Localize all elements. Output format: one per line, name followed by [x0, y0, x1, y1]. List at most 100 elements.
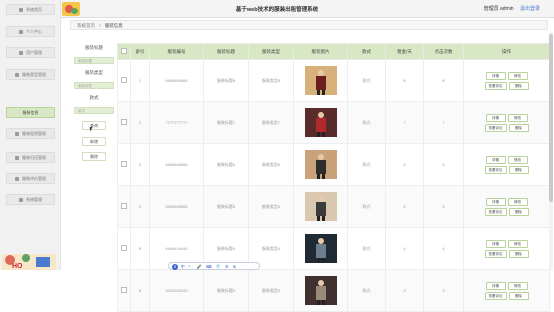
detail-button[interactable]: 详情 [485, 197, 506, 206]
cell-image [293, 101, 348, 144]
edit-button[interactable]: 修改 [507, 113, 528, 122]
cell-title: 服装标题7 [203, 101, 249, 144]
cell-rent: 4 [385, 227, 424, 270]
cell-image [293, 143, 348, 186]
settings-icon [19, 197, 23, 202]
detail-button[interactable]: 详情 [485, 71, 506, 80]
sidebar-item-clothing-info[interactable]: 服装信息 [6, 107, 55, 118]
sidebar-item-users[interactable]: 用户管理 [6, 47, 55, 58]
table-row: 1 6666666666 服装标题8 服装类型8 款式 8 8 详情 修改 查看评论 删除 [117, 59, 550, 102]
view-reviews-button[interactable]: 查看评论 [484, 165, 507, 174]
row-select-cell[interactable] [117, 269, 131, 312]
sidebar-item-rental[interactable]: 服装租赁管理 [6, 128, 55, 139]
cell-image [293, 269, 348, 312]
col-clicks: 点击次数 [423, 43, 464, 60]
clothing-thumbnail [304, 150, 337, 179]
return-icon [15, 155, 19, 160]
view-reviews-button[interactable]: 查看评论 [484, 249, 507, 258]
home-icon [19, 7, 23, 12]
cell-style: 款式 [347, 227, 386, 270]
select-all-checkbox[interactable] [121, 48, 127, 54]
user-icon [19, 29, 23, 34]
row-checkbox[interactable] [121, 203, 127, 209]
row-select-cell[interactable] [117, 185, 131, 228]
sidebar-item-return[interactable]: 服装归还管理 [6, 152, 55, 163]
row-checkbox[interactable] [121, 77, 127, 83]
cell-type: 服装类型8 [248, 59, 294, 102]
cell-title: 服装标题6 [203, 143, 249, 186]
col-actions: 操作 [463, 43, 550, 60]
cell-index: 2 [130, 101, 150, 144]
detail-button[interactable]: 详情 [485, 281, 506, 290]
detail-button[interactable]: 详情 [485, 113, 506, 122]
add-button[interactable]: 新增 [82, 137, 106, 146]
col-type: 服装类型 [248, 43, 294, 60]
view-reviews-button[interactable]: 查看评论 [484, 123, 507, 132]
edit-button[interactable]: 修改 [507, 155, 528, 164]
row-delete-button[interactable]: 删除 [508, 291, 529, 300]
row-select-cell[interactable] [117, 227, 131, 270]
cell-image [293, 185, 348, 228]
row-select-cell[interactable] [117, 59, 131, 102]
col-style: 款式 [347, 43, 386, 60]
detail-button[interactable]: 详情 [485, 239, 506, 248]
cell-title: 服装标题5 [203, 185, 249, 228]
table-row: 2 7777777777 服装标题7 服装类型7 款式 7 7 详情 修改 查看评论 删除 [117, 101, 550, 144]
clothing-table: 索引 服装编号 服装标题 服装类型 服装图片 款式 租金/天 点击次数 操作 1… [117, 43, 550, 312]
vertical-scrollbar[interactable] [549, 32, 553, 270]
search-button[interactable]: 查询 [82, 121, 106, 130]
title-filter-input[interactable]: 服装标题 [74, 57, 114, 64]
row-select-cell[interactable] [117, 143, 131, 186]
row-delete-button[interactable]: 删除 [508, 123, 529, 132]
row-delete-button[interactable]: 删除 [508, 249, 529, 258]
col-rent: 租金/天 [385, 43, 424, 60]
col-code: 服装编号 [149, 43, 204, 60]
row-delete-button[interactable]: 删除 [508, 165, 529, 174]
table-row: 4 5555555555 服装标题5 服装类型5 款式 5 5 详情 修改 查看评论 删除 [117, 185, 550, 228]
row-checkbox[interactable] [121, 161, 127, 167]
edit-button[interactable]: 修改 [507, 197, 528, 206]
select-all-cell[interactable] [117, 43, 131, 60]
table-header-row: 索引 服装编号 服装标题 服装类型 服装图片 款式 租金/天 点击次数 操作 [117, 43, 550, 60]
row-checkbox[interactable] [121, 245, 127, 251]
cell-code: 3333333333 [149, 269, 204, 312]
view-reviews-button[interactable]: 查看评论 [484, 207, 507, 216]
cell-rent: 5 [385, 185, 424, 228]
row-checkbox[interactable] [121, 287, 127, 293]
row-select-cell[interactable] [117, 101, 131, 144]
sidebar-item-system[interactable]: 系统管理 [6, 194, 55, 205]
detail-button[interactable]: 详情 [485, 155, 506, 164]
edit-button[interactable]: 修改 [507, 239, 528, 248]
cell-rent: 8 [385, 59, 424, 102]
scrollbar-thumb[interactable] [549, 34, 553, 202]
style-filter-input[interactable]: 款式 [74, 107, 114, 114]
edit-button[interactable]: 修改 [507, 71, 528, 80]
view-reviews-button[interactable]: 查看评论 [484, 81, 507, 90]
cell-clicks: 3 [423, 269, 464, 312]
cell-rent: 6 [385, 143, 424, 186]
breadcrumb: 系统首页 / 服装信息 [70, 20, 548, 30]
logout-link[interactable]: 退出登录 [520, 6, 540, 12]
delete-button[interactable]: 删除 [82, 152, 106, 161]
ime-toolbar[interactable]: S 中 º, 🎤 ⌨ 👕 ⚙ ⊞ [168, 262, 260, 270]
breadcrumb-home[interactable]: 系统首页 [77, 23, 95, 28]
col-image: 服装图片 [293, 43, 348, 60]
edit-button[interactable]: 修改 [507, 281, 528, 290]
sidebar-item-profile[interactable]: 个人中心 [6, 26, 55, 37]
sidebar-item-clothing-type[interactable]: 服装类型管理 [6, 69, 55, 80]
breadcrumb-current: 服装信息 [104, 23, 123, 28]
users-icon [19, 50, 23, 55]
row-delete-button[interactable]: 删除 [508, 207, 529, 216]
view-reviews-button[interactable]: 查看评论 [484, 291, 507, 300]
ime-logo-icon: S [172, 263, 178, 270]
sidebar-item-review[interactable]: 服装评价管理 [6, 173, 55, 184]
type-filter-input[interactable]: 服装类型 [74, 82, 114, 89]
clothing-thumbnail [304, 108, 337, 137]
row-delete-button[interactable]: 删除 [508, 81, 529, 90]
sidebar-item-home[interactable]: 系统首页 [6, 4, 55, 15]
top-header: 基于web技术的服装出租管理系统 管理员 admin 退出登录 [0, 0, 554, 18]
col-title: 服装标题 [203, 43, 249, 60]
cell-title: 服装标题3 [203, 269, 249, 312]
row-checkbox[interactable] [121, 119, 127, 125]
sidebar: 系统首页 个人中心 用户管理 服装类型管理 服装信息 服装租赁管理 服装归还管理… [0, 0, 61, 270]
